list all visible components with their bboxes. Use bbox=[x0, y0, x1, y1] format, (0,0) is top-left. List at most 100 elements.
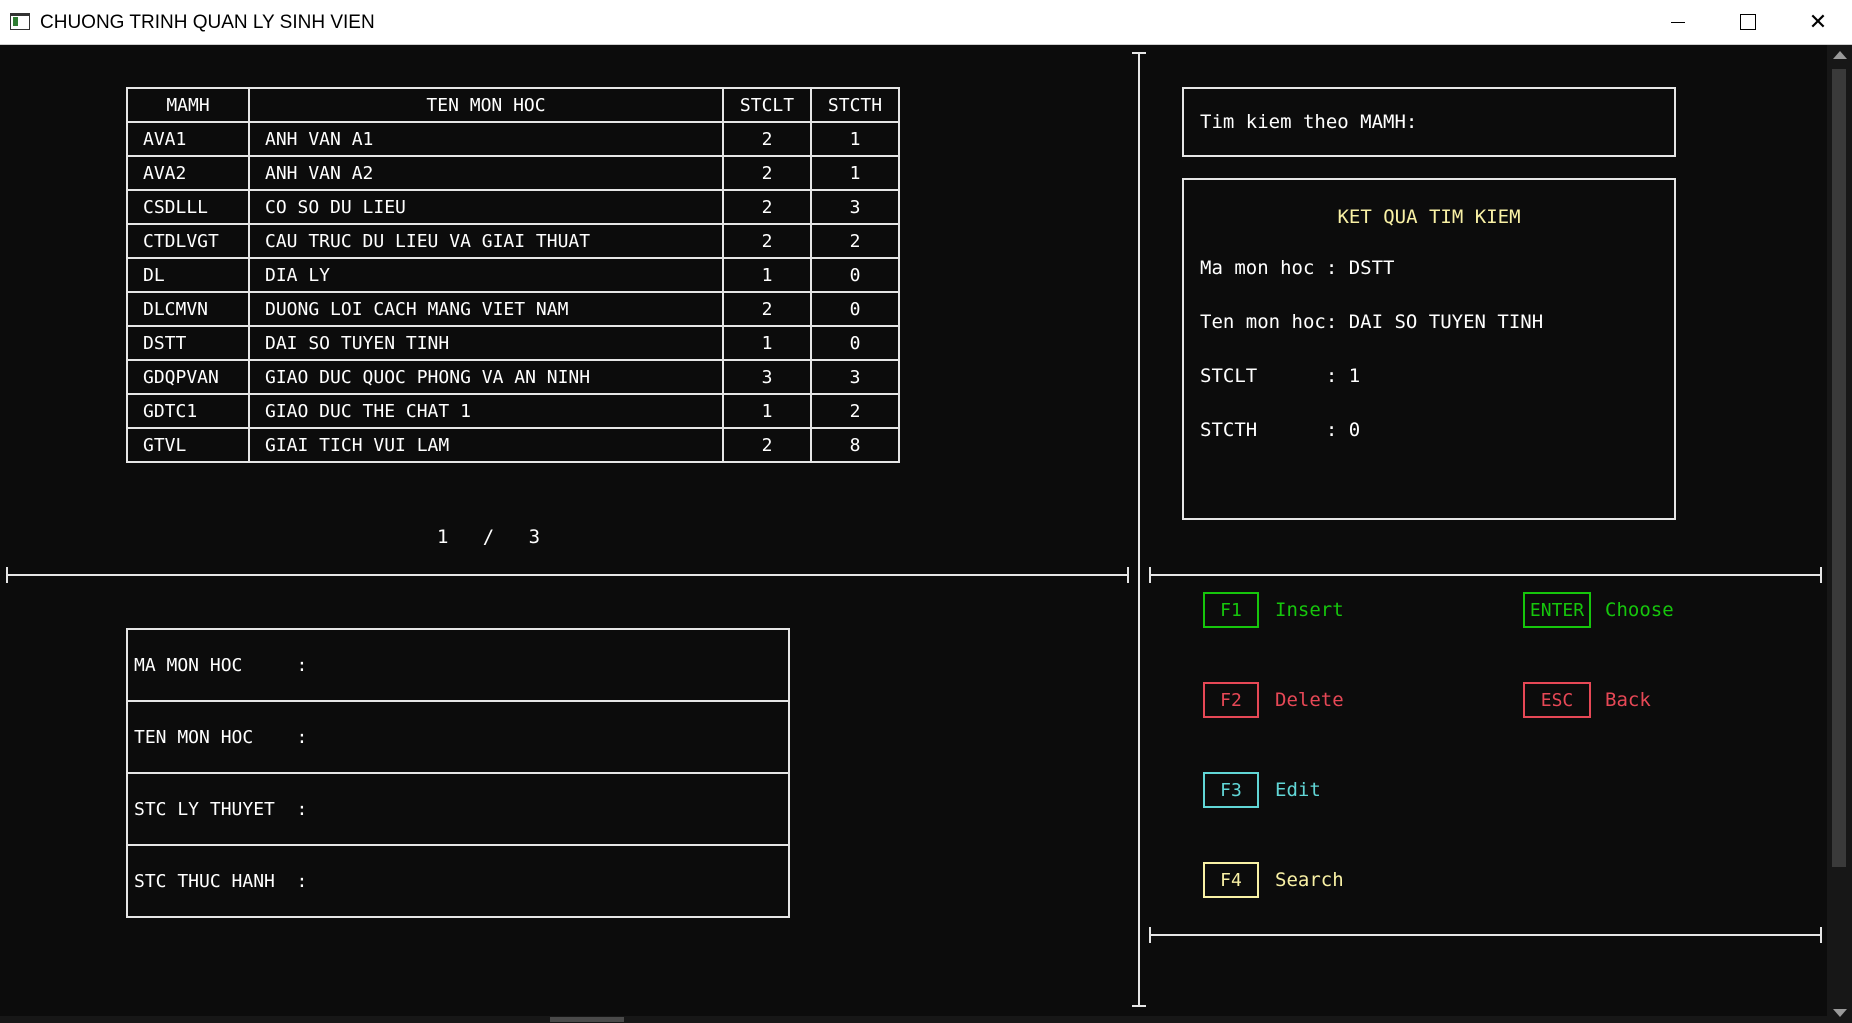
cell-ten-mon-hoc: DIA LY bbox=[248, 257, 724, 293]
header-mamh: MAMH bbox=[126, 87, 250, 123]
search-result-title: KET QUA TIM KIEM bbox=[1337, 206, 1521, 228]
minimize-button[interactable] bbox=[1643, 0, 1713, 44]
table-row[interactable]: GTVL GIAI TICH VUI LAM 2 8 bbox=[126, 427, 900, 463]
cell-stclt: 2 bbox=[722, 121, 812, 157]
cell-mamh: DSTT bbox=[126, 325, 250, 361]
delete-label: Delete bbox=[1275, 689, 1344, 711]
cell-stclt: 1 bbox=[722, 257, 812, 293]
cell-ten-mon-hoc: CAU TRUC DU LIEU VA GIAI THUAT bbox=[248, 223, 724, 259]
f2-delete-key[interactable]: F2 bbox=[1203, 682, 1259, 718]
header-stclt: STCLT bbox=[722, 87, 812, 123]
course-input-form: MA MON HOC : TEN MON HOC : STC LY THUYET… bbox=[126, 628, 790, 918]
table-header-row: MAMH TEN MON HOC STCLT STCTH bbox=[126, 87, 900, 123]
scroll-down-arrow-icon[interactable] bbox=[1833, 1009, 1847, 1017]
cell-ten-mon-hoc: GIAI TICH VUI LAM bbox=[248, 427, 724, 463]
f4-search-key[interactable]: F4 bbox=[1203, 862, 1259, 898]
result-ten-mon-hoc: Ten mon hoc: DAI SO TUYEN TINH bbox=[1200, 311, 1544, 333]
table-row[interactable]: CTDLVGT CAU TRUC DU LIEU VA GIAI THUAT 2… bbox=[126, 223, 900, 259]
cell-stcth: 0 bbox=[810, 325, 900, 361]
edit-label: Edit bbox=[1275, 779, 1321, 801]
table-row[interactable]: GDTC1 GIAO DUC THE CHAT 1 1 2 bbox=[126, 393, 900, 429]
window-title: CHUONG TRINH QUAN LY SINH VIEN bbox=[40, 12, 375, 33]
maximize-button[interactable] bbox=[1713, 0, 1783, 44]
cell-mamh: GTVL bbox=[126, 427, 250, 463]
cell-stclt: 2 bbox=[722, 223, 812, 259]
search-input[interactable]: Tim kiem theo MAMH: bbox=[1182, 87, 1676, 157]
horizontal-scroll-thumb[interactable] bbox=[550, 1017, 624, 1022]
cell-mamh: AVA1 bbox=[126, 121, 250, 157]
cell-stcth: 2 bbox=[810, 223, 900, 259]
result-ma-mon-hoc: Ma mon hoc : DSTT bbox=[1200, 257, 1395, 279]
page-current: 1 bbox=[437, 526, 449, 548]
choose-label: Choose bbox=[1605, 599, 1674, 621]
table-row[interactable]: CSDLLL CO SO DU LIEU 2 3 bbox=[126, 189, 900, 225]
cell-mamh: CSDLLL bbox=[126, 189, 250, 225]
cell-stclt: 3 bbox=[722, 359, 812, 395]
minimize-icon bbox=[1671, 21, 1685, 23]
table-row[interactable]: DSTT DAI SO TUYEN TINH 1 0 bbox=[126, 325, 900, 361]
close-button[interactable]: ✕ bbox=[1783, 0, 1852, 44]
header-stcth: STCTH bbox=[810, 87, 900, 123]
esc-back-key[interactable]: ESC bbox=[1523, 682, 1591, 718]
cell-mamh: GDQPVAN bbox=[126, 359, 250, 395]
cell-ten-mon-hoc: ANH VAN A2 bbox=[248, 155, 724, 191]
cell-stclt: 1 bbox=[722, 393, 812, 429]
cell-stclt: 1 bbox=[722, 325, 812, 361]
cell-ten-mon-hoc: GIAO DUC QUOC PHONG VA AN NINH bbox=[248, 359, 724, 395]
vertical-scrollbar[interactable] bbox=[1827, 45, 1852, 1023]
cell-stcth: 3 bbox=[810, 359, 900, 395]
cell-ten-mon-hoc: CO SO DU LIEU bbox=[248, 189, 724, 225]
left-horizontal-divider bbox=[6, 567, 1129, 583]
scroll-up-arrow-icon[interactable] bbox=[1833, 51, 1847, 59]
f1-insert-key[interactable]: F1 bbox=[1203, 592, 1259, 628]
stc-ly-thuyet-field[interactable]: STC LY THUYET : bbox=[128, 774, 788, 846]
cell-stcth: 0 bbox=[810, 291, 900, 327]
vertical-scroll-thumb[interactable] bbox=[1832, 69, 1846, 867]
cell-stclt: 2 bbox=[722, 189, 812, 225]
cell-stcth: 3 bbox=[810, 189, 900, 225]
result-stclt: STCLT : 1 bbox=[1200, 365, 1361, 387]
cell-mamh: DL bbox=[126, 257, 250, 293]
ten-mon-hoc-field[interactable]: TEN MON HOC : bbox=[128, 702, 788, 774]
search-key-label: Search bbox=[1275, 869, 1344, 891]
result-stcth: STCTH : 0 bbox=[1200, 419, 1361, 441]
cell-stcth: 1 bbox=[810, 155, 900, 191]
cell-stcth: 2 bbox=[810, 393, 900, 429]
enter-choose-key[interactable]: ENTER bbox=[1523, 592, 1591, 628]
header-ten-mon-hoc: TEN MON HOC bbox=[248, 87, 724, 123]
back-label: Back bbox=[1605, 689, 1651, 711]
cell-ten-mon-hoc: GIAO DUC THE CHAT 1 bbox=[248, 393, 724, 429]
right-horizontal-divider bbox=[1149, 567, 1822, 583]
vertical-divider bbox=[1132, 52, 1146, 1007]
cell-ten-mon-hoc: ANH VAN A1 bbox=[248, 121, 724, 157]
cell-stcth: 0 bbox=[810, 257, 900, 293]
horizontal-scrollbar[interactable] bbox=[0, 1016, 1827, 1023]
table-row[interactable]: DLCMVN DUONG LOI CACH MANG VIET NAM 2 0 bbox=[126, 291, 900, 327]
search-label: Tim kiem theo MAMH: bbox=[1200, 111, 1418, 133]
maximize-icon bbox=[1740, 14, 1756, 30]
table-row[interactable]: GDQPVAN GIAO DUC QUOC PHONG VA AN NINH 3… bbox=[126, 359, 900, 395]
search-result-panel: KET QUA TIM KIEM Ma mon hoc : DSTT Ten m… bbox=[1182, 178, 1676, 520]
page-total: 3 bbox=[528, 526, 541, 548]
cell-mamh: AVA2 bbox=[126, 155, 250, 191]
window-title-bar: CHUONG TRINH QUAN LY SINH VIEN ✕ bbox=[0, 0, 1852, 45]
page-indicator: 1 / 3 bbox=[437, 526, 540, 548]
course-table: MAMH TEN MON HOC STCLT STCTH AVA1 ANH VA… bbox=[126, 87, 900, 463]
table-row[interactable]: DL DIA LY 1 0 bbox=[126, 257, 900, 293]
close-icon: ✕ bbox=[1808, 9, 1828, 34]
console-area: MAMH TEN MON HOC STCLT STCTH AVA1 ANH VA… bbox=[0, 45, 1852, 1023]
cell-ten-mon-hoc: DUONG LOI CACH MANG VIET NAM bbox=[248, 291, 724, 327]
cell-stcth: 1 bbox=[810, 121, 900, 157]
f3-edit-key[interactable]: F3 bbox=[1203, 772, 1259, 808]
stc-thuc-hanh-field[interactable]: STC THUC HANH : bbox=[128, 846, 788, 916]
cell-mamh: CTDLVGT bbox=[126, 223, 250, 259]
cell-mamh: GDTC1 bbox=[126, 393, 250, 429]
table-row[interactable]: AVA2 ANH VAN A2 2 1 bbox=[126, 155, 900, 191]
ma-mon-hoc-field[interactable]: MA MON HOC : bbox=[128, 630, 788, 702]
right-bottom-divider bbox=[1149, 927, 1822, 943]
cell-stclt: 2 bbox=[722, 427, 812, 463]
table-row[interactable]: AVA1 ANH VAN A1 2 1 bbox=[126, 121, 900, 157]
insert-label: Insert bbox=[1275, 599, 1344, 621]
page-separator: / bbox=[482, 526, 495, 548]
cell-mamh: DLCMVN bbox=[126, 291, 250, 327]
